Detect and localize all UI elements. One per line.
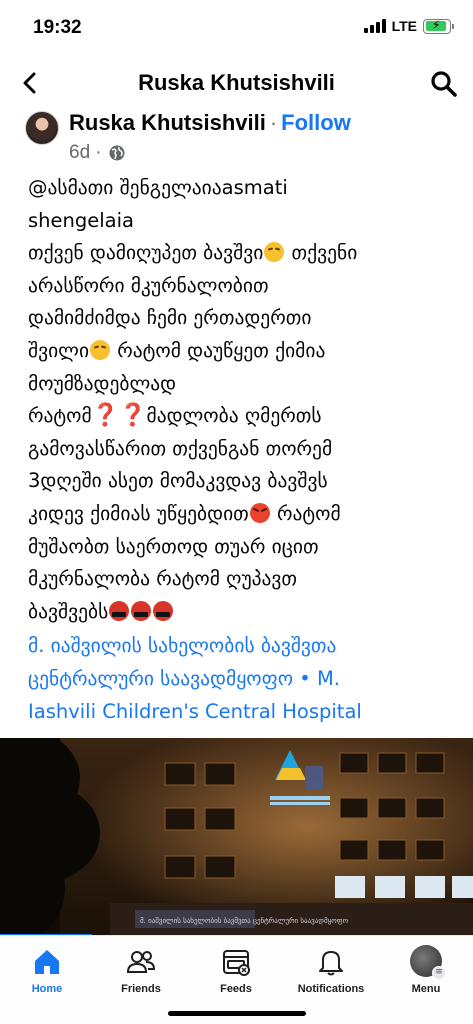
status-time: 19:32 xyxy=(33,17,82,38)
link-line[interactable]: მ. იაშვილის სახელობის ბავშვთა xyxy=(28,630,458,663)
text-segment: მადლობა ღმერთს xyxy=(146,404,322,428)
home-indicator xyxy=(167,1011,306,1016)
post-photo[interactable]: მ. იაშვილის სახელობის ბავშვთა ცენტრალური… xyxy=(0,738,473,936)
status-indicators: LTE ⚡ xyxy=(363,17,454,34)
tab-notifications[interactable]: Notifications xyxy=(284,936,378,1006)
text-segment: რატომ დაუწყეთ ქიმია xyxy=(117,338,326,362)
mention-text: @ასმათი შენგელაიაasmati xyxy=(28,176,288,199)
angry-face-emoji-icon xyxy=(249,502,270,523)
link-line[interactable]: Iashvili Children's Central Hospital xyxy=(28,696,458,729)
charging-icon: ⚡ xyxy=(432,17,441,32)
tab-friends[interactable]: Friends xyxy=(94,936,188,1006)
text-segment: კიდევ ქიმიას უწყებდით xyxy=(28,501,249,525)
top-bar: Ruska Khutsishvili xyxy=(0,56,473,114)
post-time[interactable]: 6d · xyxy=(69,142,102,164)
cursing-face-emoji-icon xyxy=(153,600,174,621)
text-segment: თქვენი xyxy=(291,241,358,265)
search-icon xyxy=(431,71,457,97)
text-line: გამოვასწარით თქვენგან თორემ xyxy=(28,436,333,460)
network-type: LTE xyxy=(391,18,417,34)
tab-feeds[interactable]: Feeds xyxy=(189,936,283,1006)
author-name[interactable]: Ruska Khutsishvili xyxy=(69,110,266,135)
text-line: @ასმათი შენგელაიაasmati xyxy=(28,172,458,205)
page-title: Ruska Khutsishvili xyxy=(138,70,335,95)
building-sign: მ. იაშვილის სახელობის ბავშვთა ცენტრალური… xyxy=(140,916,349,925)
battery-icon: ⚡ xyxy=(423,17,454,34)
text-line: რატომ❓❓მადლობა ღმერთს xyxy=(28,400,458,433)
feeds-icon xyxy=(223,950,250,976)
post-header: Ruska Khutsishvili · Follow 6d · xyxy=(0,108,473,168)
tab-home[interactable]: Home xyxy=(0,936,94,1006)
bell-icon xyxy=(319,951,343,976)
cursing-face-emoji-icon xyxy=(109,600,130,621)
text-segment: თქვენ დამიღუპეთ ბავშვი xyxy=(28,241,264,265)
disappointed-face-emoji-icon xyxy=(90,339,111,360)
separator: · xyxy=(269,110,278,135)
author-avatar[interactable] xyxy=(25,111,59,145)
text-line: შვილი რატომ დაუწყეთ ქიმია xyxy=(28,335,458,368)
text-line: 3დღეში ასეთ მომაკვდავ ბავშვს xyxy=(28,469,328,493)
text-line: თქვენ დამიღუპეთ ბავშვი თქვენი xyxy=(28,237,458,270)
tab-label: Notifications xyxy=(297,983,365,995)
tab-label: Home xyxy=(31,983,63,995)
cellular-signal-icon xyxy=(363,19,386,33)
text-line: კიდევ ქიმიას უწყებდით რატომ xyxy=(28,498,458,531)
follow-button[interactable]: Follow xyxy=(281,110,351,135)
text-line: არასწორი მკურნალობით xyxy=(28,273,269,297)
hospital-building-image: მ. იაშვილის სახელობის ბავშვთა ცენტრალური… xyxy=(0,738,473,936)
post-meta: 6d · xyxy=(69,142,126,164)
disappointed-face-emoji-icon xyxy=(264,242,285,263)
text-line: shengelaia xyxy=(28,208,134,232)
text-segment: რატომ xyxy=(276,501,341,525)
cursing-face-emoji-icon xyxy=(131,600,152,621)
text-line: მკურნალობა რატომ ღუპავთ xyxy=(28,567,298,591)
search-button[interactable] xyxy=(429,69,459,99)
post-text: @ასმათი შენგელაიაasmati shengelaia თქვენ… xyxy=(28,172,458,728)
question-mark-emoji-icon: ❓❓ xyxy=(91,403,147,429)
text-segment: შვილი xyxy=(28,338,90,362)
text-line: დამიმძიმდა ჩემი ერთადერთი xyxy=(28,306,312,330)
tab-label: Menu xyxy=(411,983,441,995)
status-bar: 19:32 LTE ⚡ xyxy=(0,0,473,56)
tab-label: Friends xyxy=(121,983,161,995)
text-line: მოუმზადებლად xyxy=(28,371,177,395)
text-segment: რატომ xyxy=(28,404,92,428)
tab-menu[interactable]: ≡ Menu xyxy=(379,936,473,1006)
tab-label: Feeds xyxy=(220,983,252,995)
globe-icon xyxy=(109,145,125,161)
text-segment: ბავშვებს xyxy=(28,599,109,623)
profile-avatar: ≡ xyxy=(410,945,446,980)
home-icon xyxy=(35,950,59,974)
link-line[interactable]: ცენტრალური საავადმყოფო • M. xyxy=(28,663,458,696)
author-line: Ruska Khutsishvili · Follow xyxy=(69,110,351,136)
menu-icon: ≡ xyxy=(432,966,446,980)
hospital-page-link[interactable]: მ. იაშვილის სახელობის ბავშვთა ცენტრალური… xyxy=(28,630,458,728)
text-line: ბავშვებს xyxy=(28,596,458,629)
bottom-navigation: Home Friends Feeds Notifications ≡ Menu xyxy=(0,935,473,1024)
friends-icon xyxy=(126,951,156,973)
text-line: მუშაობთ საერთოდ თუარ იცით xyxy=(28,534,319,558)
